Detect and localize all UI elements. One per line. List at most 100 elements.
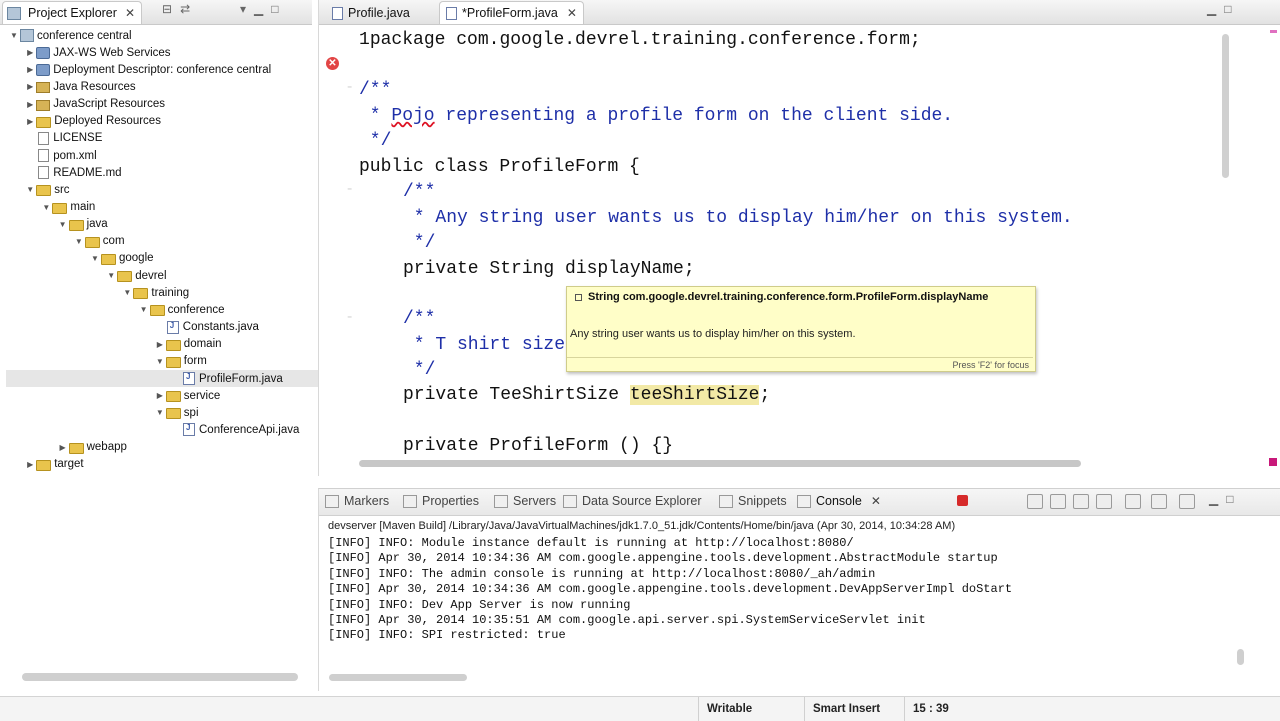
expand-right-icon[interactable]: ▶ bbox=[24, 48, 36, 57]
close-icon[interactable]: ✕ bbox=[567, 6, 577, 20]
expand-down-icon[interactable]: ▼ bbox=[138, 305, 150, 314]
code-line-1[interactable]: 1package com.google.devrel.training.conf… bbox=[359, 28, 921, 52]
code-line-comment[interactable]: * Pojo representing a profile form on th… bbox=[359, 104, 953, 128]
expand-right-icon[interactable]: ▶ bbox=[24, 82, 36, 91]
tree-item[interactable]: ▶ Deployment Descriptor: conference centr… bbox=[24, 61, 271, 78]
tab-data-source-explorer[interactable]: Data Source Explorer bbox=[563, 494, 702, 508]
spelling-error-word[interactable]: Pojo bbox=[391, 106, 434, 126]
tree-item[interactable]: ▶ Java Resources bbox=[24, 78, 136, 95]
tree-item[interactable]: ConferenceApi.java bbox=[170, 421, 299, 438]
overview-marker[interactable] bbox=[1270, 30, 1277, 33]
overview-ruler[interactable] bbox=[1267, 0, 1280, 476]
tree-item[interactable]: ▶ target bbox=[24, 456, 84, 473]
tree-item[interactable]: ▶ domain bbox=[154, 336, 222, 353]
status-insert-mode[interactable]: Smart Insert bbox=[804, 697, 901, 721]
expand-down-icon[interactable]: ▼ bbox=[73, 237, 85, 246]
maximize-icon[interactable]: □ bbox=[1226, 492, 1233, 506]
tab-profile-java[interactable]: Profile.java bbox=[325, 1, 417, 24]
console-vertical-scrollbar[interactable] bbox=[1237, 649, 1244, 665]
pin-console-icon[interactable] bbox=[1125, 494, 1141, 509]
tree-item[interactable]: ▶ service bbox=[154, 387, 220, 404]
remove-launch-icon[interactable] bbox=[1096, 494, 1112, 509]
expand-right-icon[interactable]: ▶ bbox=[24, 117, 36, 126]
tree-item[interactable]: ▼ training bbox=[121, 284, 189, 301]
expand-right-icon[interactable]: ▶ bbox=[24, 65, 36, 74]
expand-right-icon[interactable]: ▶ bbox=[154, 391, 166, 400]
error-icon[interactable]: ✕ bbox=[326, 57, 339, 70]
overview-error-marker[interactable] bbox=[1269, 458, 1277, 466]
tree-item[interactable]: ▼ form bbox=[154, 353, 207, 370]
link-with-editor-icon[interactable]: ⇄ bbox=[180, 2, 190, 16]
maximize-icon[interactable]: □ bbox=[271, 2, 278, 16]
tab-properties[interactable]: Properties bbox=[403, 494, 479, 508]
terminate-button[interactable] bbox=[957, 495, 968, 506]
scroll-lock-icon[interactable] bbox=[1050, 494, 1066, 509]
fold-toggle-icon[interactable]: ⁻ bbox=[347, 314, 352, 326]
tab-console[interactable]: Console ✕ bbox=[797, 494, 881, 508]
minimize-icon[interactable]: ▁ bbox=[1207, 2, 1216, 16]
view-menu-chevron-down-icon[interactable]: ▾ bbox=[240, 2, 246, 16]
tree-item[interactable]: ▼ java bbox=[57, 216, 108, 233]
expand-right-icon[interactable]: ▶ bbox=[154, 340, 166, 349]
expand-down-icon[interactable]: ▼ bbox=[57, 220, 69, 229]
code-line-class-declaration[interactable]: public class ProfileForm { bbox=[359, 155, 640, 179]
tree-item[interactable]: ▼ google bbox=[89, 250, 154, 267]
tab-servers[interactable]: Servers bbox=[494, 494, 556, 508]
code-line-comment[interactable]: */ bbox=[359, 129, 392, 153]
console-output[interactable]: [INFO] INFO: Module instance default is … bbox=[328, 536, 1012, 644]
expand-down-icon[interactable]: ▼ bbox=[24, 185, 36, 194]
tree-item[interactable]: ▼ conference bbox=[138, 301, 225, 318]
tree-item[interactable]: README.md bbox=[24, 164, 122, 181]
identifier-teeshirtsize-highlighted[interactable]: teeShirtSize bbox=[629, 385, 760, 405]
expand-down-icon[interactable]: ▼ bbox=[8, 31, 20, 40]
expand-right-icon[interactable]: ▶ bbox=[24, 460, 36, 469]
tree-item[interactable]: LICENSE bbox=[24, 130, 102, 147]
maximize-icon[interactable]: □ bbox=[1224, 2, 1231, 16]
identifier-displayname[interactable]: displayName bbox=[565, 259, 684, 279]
console-horizontal-scrollbar[interactable] bbox=[329, 674, 467, 681]
tree-item[interactable]: pom.xml bbox=[24, 147, 97, 164]
display-console-icon[interactable] bbox=[1151, 494, 1167, 509]
word-wrap-icon[interactable] bbox=[1073, 494, 1089, 509]
tree-item[interactable]: ▼ conference central bbox=[8, 27, 132, 44]
code-line-field-teeshirtsize[interactable]: private TeeShirtSize teeShirtSize; bbox=[403, 383, 770, 407]
editor-horizontal-scrollbar[interactable] bbox=[359, 460, 1081, 467]
expand-right-icon[interactable]: ▶ bbox=[24, 100, 36, 109]
close-icon[interactable]: ✕ bbox=[871, 494, 881, 508]
expand-down-icon[interactable]: ▼ bbox=[154, 408, 166, 417]
tab-profileform-java[interactable]: *ProfileForm.java ✕ bbox=[439, 1, 584, 24]
tree-item[interactable]: Constants.java bbox=[154, 319, 259, 336]
tree-item[interactable]: ▼ com bbox=[73, 233, 125, 250]
minimize-icon[interactable]: ▁ bbox=[1209, 492, 1218, 506]
tab-snippets[interactable]: Snippets bbox=[719, 494, 787, 508]
expand-down-icon[interactable]: ▼ bbox=[154, 357, 166, 366]
code-text-area[interactable]: ✕ 1package com.google.devrel.training.co… bbox=[319, 24, 1224, 462]
tree-item[interactable]: ▶ JAX-WS Web Services bbox=[24, 44, 171, 61]
tree-item[interactable]: ▼ src bbox=[24, 181, 70, 198]
tree-item[interactable]: ▶ Deployed Resources bbox=[24, 113, 161, 130]
editor-vertical-scrollbar[interactable] bbox=[1222, 34, 1229, 178]
tab-project-explorer[interactable]: Project Explorer ✕ bbox=[2, 1, 142, 24]
expand-down-icon[interactable]: ▼ bbox=[89, 254, 101, 263]
tree-item[interactable]: ▶ JavaScript Resources bbox=[24, 96, 165, 113]
code-line-comment[interactable]: */ bbox=[403, 358, 436, 382]
code-line-comment[interactable]: /** bbox=[403, 180, 435, 204]
code-line-comment[interactable]: /** bbox=[403, 307, 435, 331]
javadoc-hover-popup[interactable]: String com.google.devrel.training.confer… bbox=[566, 286, 1036, 372]
expand-down-icon[interactable]: ▼ bbox=[121, 288, 133, 297]
expand-down-icon[interactable]: ▼ bbox=[105, 271, 117, 280]
tree-item[interactable]: ▶ webapp bbox=[57, 439, 127, 456]
clear-console-icon[interactable] bbox=[1027, 494, 1043, 509]
open-console-icon[interactable] bbox=[1179, 494, 1195, 509]
code-line-comment[interactable]: * T shirt size bbox=[403, 333, 565, 357]
expand-right-icon[interactable]: ▶ bbox=[57, 443, 69, 452]
tree-item[interactable]: ▼ main bbox=[40, 199, 95, 216]
code-line-comment[interactable]: */ bbox=[403, 231, 436, 255]
code-line-constructor[interactable]: private ProfileForm () {} bbox=[403, 434, 673, 458]
tab-markers[interactable]: Markers bbox=[325, 494, 389, 508]
explorer-horizontal-scrollbar[interactable] bbox=[22, 673, 298, 681]
code-line-field-displayname[interactable]: private String displayName; bbox=[403, 257, 695, 281]
fold-toggle-icon[interactable]: ⁻ bbox=[347, 186, 352, 198]
tree-item[interactable]: ▼ devrel bbox=[105, 267, 167, 284]
code-line-comment[interactable]: * Any string user wants us to display hi… bbox=[403, 206, 1073, 230]
